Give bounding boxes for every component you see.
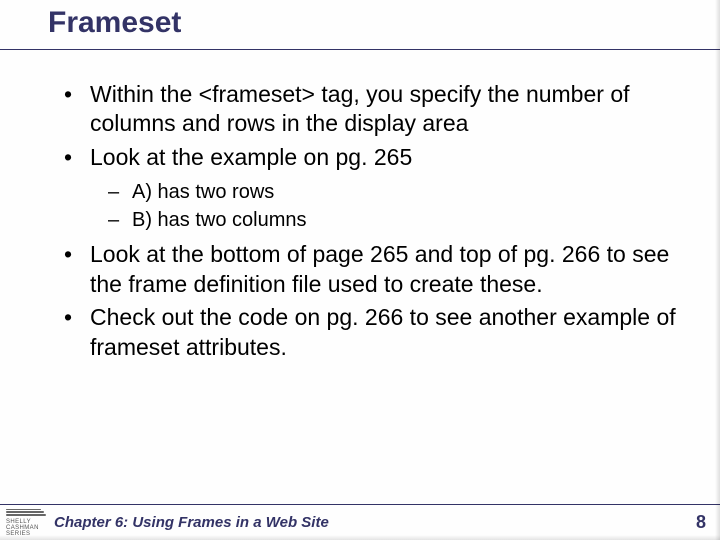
bullet-text: Look at the example on pg. 265 [90,144,412,170]
page-number: 8 [696,512,706,533]
title-band: Frameset [0,0,720,50]
bullet-text: Within the <frameset> tag, you specify t… [90,81,630,136]
sub-bullet-item: B) has two columns [90,206,686,234]
bullet-item: Check out the code on pg. 266 to see ano… [48,303,686,362]
right-shadow [715,0,720,540]
slide: Frameset Within the <frameset> tag, you … [0,0,720,540]
sub-bullet-text: B) has two columns [132,209,307,231]
bullet-item: Look at the example on pg. 265 A) has tw… [48,143,686,234]
sub-bullet-list: A) has two rows B) has two columns [90,178,686,234]
sub-bullet-item: A) has two rows [90,178,686,206]
bottom-shadow [0,535,720,540]
slide-body: Within the <frameset> tag, you specify t… [0,50,720,362]
bullet-item: Within the <frameset> tag, you specify t… [48,80,686,139]
bullet-item: Look at the bottom of page 265 and top o… [48,240,686,299]
publisher-logo: SHELLY CASHMAN SERIES [6,509,46,537]
logo-text: SHELLY CASHMAN SERIES [6,519,46,537]
bullet-text: Check out the code on pg. 266 to see ano… [90,304,676,359]
bullet-list: Within the <frameset> tag, you specify t… [48,80,686,362]
chapter-label: Chapter 6: Using Frames in a Web Site [54,514,696,531]
bullet-text: Look at the bottom of page 265 and top o… [90,241,669,296]
slide-title: Frameset [48,6,720,40]
sub-bullet-text: A) has two rows [132,181,274,203]
